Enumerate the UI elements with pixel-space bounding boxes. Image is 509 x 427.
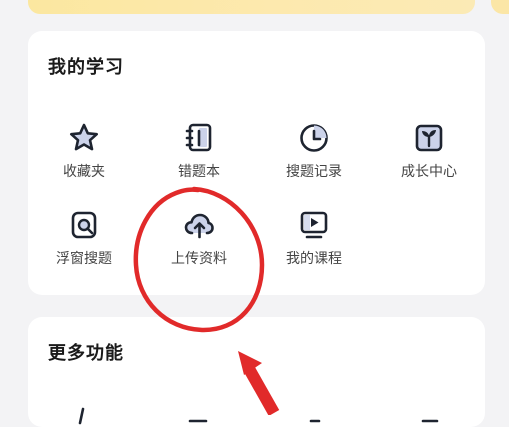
- my-courses-button[interactable]: 我的课程: [269, 208, 359, 268]
- feature-icon-1[interactable]: [72, 407, 92, 427]
- top-banner[interactable]: [28, 0, 475, 14]
- video-course-icon: [300, 211, 328, 239]
- mistake-book-button[interactable]: 错题本: [154, 121, 244, 181]
- search-history-label: 搜题记录: [286, 164, 342, 180]
- my-courses-label: 我的课程: [286, 251, 342, 267]
- growth-center-label: 成长中心: [401, 164, 457, 180]
- notebook-icon: [185, 123, 212, 152]
- float-search-icon: [71, 211, 97, 239]
- upload-materials-button[interactable]: 上传资料: [154, 208, 244, 268]
- my-learning-card: 我的学习 收藏夹 错题本 搜题记录 成长中心 浮窗搜题 上传资料 我的课程: [28, 31, 485, 295]
- upload-materials-label: 上传资料: [171, 251, 227, 267]
- sprout-icon: [415, 124, 443, 152]
- section-title-more-features: 更多功能: [48, 343, 124, 364]
- floating-search-label: 浮窗搜题: [56, 251, 112, 267]
- clock-icon: [300, 124, 328, 152]
- more-features-card: 更多功能: [28, 317, 485, 427]
- top-banner-next[interactable]: [491, 0, 509, 14]
- floating-search-button[interactable]: 浮窗搜题: [39, 208, 129, 268]
- favorites-label: 收藏夹: [63, 164, 105, 180]
- star-icon: [70, 123, 98, 151]
- growth-center-button[interactable]: 成长中心: [384, 121, 474, 181]
- section-title-my-learning: 我的学习: [48, 57, 124, 78]
- cloud-upload-icon: [184, 213, 214, 239]
- search-history-button[interactable]: 搜题记录: [269, 121, 359, 181]
- favorites-button[interactable]: 收藏夹: [39, 121, 129, 181]
- feature-icon-3[interactable]: [305, 407, 325, 427]
- feature-icon-2[interactable]: [188, 407, 208, 427]
- mistake-book-label: 错题本: [178, 164, 220, 180]
- feature-icon-4[interactable]: [420, 407, 440, 427]
